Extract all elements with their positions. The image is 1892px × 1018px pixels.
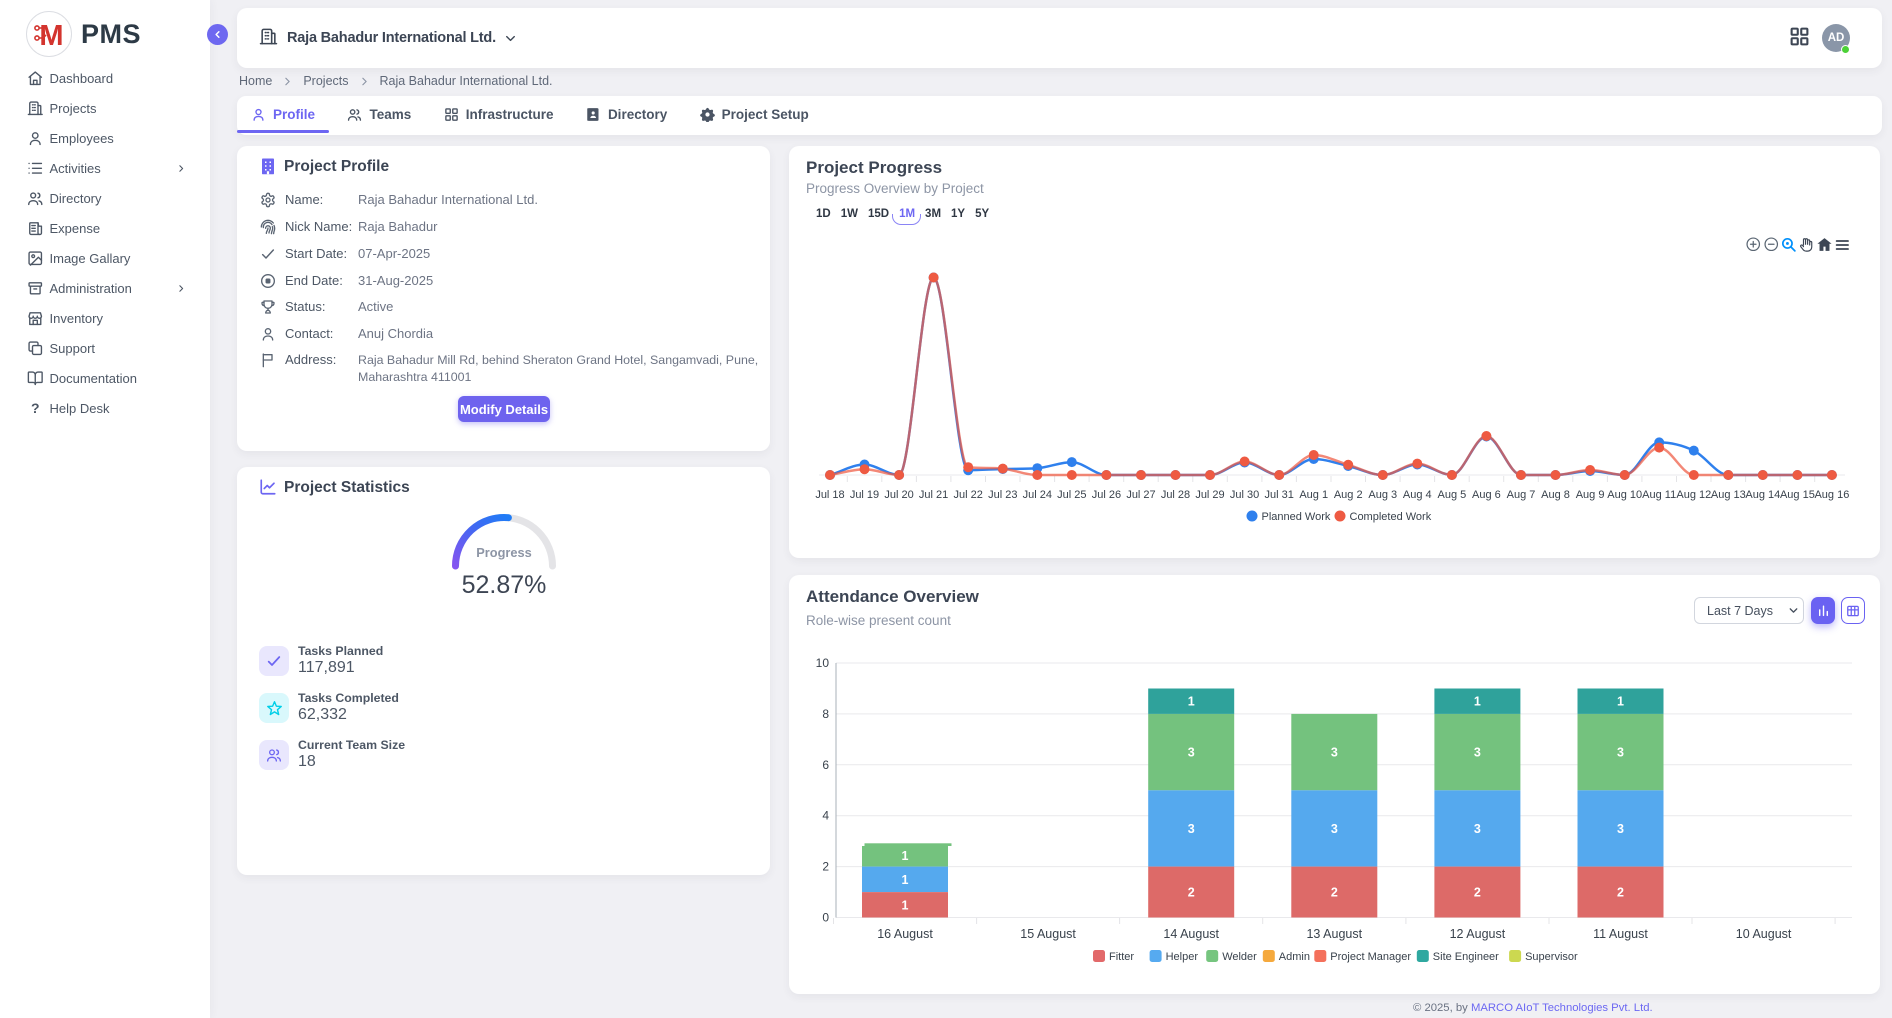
svg-text:4: 4 — [822, 809, 829, 823]
svg-text:Jul 29: Jul 29 — [1195, 489, 1224, 501]
svg-text:1: 1 — [1474, 695, 1481, 709]
svg-text:Aug 5: Aug 5 — [1438, 489, 1467, 501]
svg-text:Aug 14: Aug 14 — [1745, 489, 1780, 501]
svg-text:Aug 2: Aug 2 — [1334, 489, 1363, 501]
svg-text:3: 3 — [1617, 746, 1624, 760]
svg-text:Jul 18: Jul 18 — [815, 489, 844, 501]
svg-text:Aug 11: Aug 11 — [1642, 489, 1676, 501]
svg-text:Jul 19: Jul 19 — [850, 489, 879, 501]
svg-text:15 August: 15 August — [1020, 927, 1076, 941]
svg-text:3: 3 — [1474, 822, 1481, 836]
svg-text:1: 1 — [1188, 695, 1195, 709]
svg-text:2: 2 — [1188, 886, 1195, 900]
svg-text:Jul 30: Jul 30 — [1230, 489, 1259, 501]
svg-text:3: 3 — [1188, 746, 1195, 760]
svg-text:1: 1 — [902, 898, 909, 912]
svg-text:2: 2 — [1331, 886, 1338, 900]
svg-text:13 August: 13 August — [1306, 927, 1362, 941]
svg-text:3: 3 — [1474, 746, 1481, 760]
svg-text:1: 1 — [902, 873, 909, 887]
svg-text:2: 2 — [1474, 886, 1481, 900]
svg-text:Admin: Admin — [1279, 951, 1310, 963]
svg-text:Aug 12: Aug 12 — [1676, 489, 1711, 501]
svg-text:Aug 10: Aug 10 — [1607, 489, 1642, 501]
svg-text:Jul 22: Jul 22 — [954, 489, 983, 501]
svg-text:0: 0 — [822, 911, 829, 925]
svg-text:6: 6 — [822, 758, 829, 772]
svg-text:Aug 16: Aug 16 — [1814, 489, 1849, 501]
svg-text:2: 2 — [1617, 886, 1624, 900]
svg-text:Aug 15: Aug 15 — [1780, 489, 1815, 501]
svg-text:11 August: 11 August — [1593, 927, 1648, 941]
svg-text:1: 1 — [1617, 695, 1624, 709]
svg-text:Supervisor: Supervisor — [1525, 951, 1578, 963]
svg-text:3: 3 — [1188, 822, 1195, 836]
svg-text:Jul 27: Jul 27 — [1126, 489, 1155, 501]
svg-text:10: 10 — [816, 656, 830, 670]
svg-text:Aug 8: Aug 8 — [1541, 489, 1570, 501]
svg-text:Site Engineer: Site Engineer — [1433, 951, 1499, 963]
svg-text:3: 3 — [1331, 746, 1338, 760]
svg-text:14 August: 14 August — [1163, 927, 1219, 941]
svg-text:Aug 1: Aug 1 — [1299, 489, 1328, 501]
svg-text:Aug 13: Aug 13 — [1711, 489, 1746, 501]
svg-text:M: M — [39, 20, 63, 51]
svg-text:Welder: Welder — [1222, 951, 1257, 963]
svg-text:3: 3 — [1331, 822, 1338, 836]
svg-text:Jul 28: Jul 28 — [1161, 489, 1190, 501]
svg-text:Jul 21: Jul 21 — [919, 489, 948, 501]
svg-text:1: 1 — [902, 849, 909, 863]
svg-text:Aug 3: Aug 3 — [1368, 489, 1397, 501]
svg-text:Fitter: Fitter — [1109, 951, 1134, 963]
svg-text:Aug 6: Aug 6 — [1472, 489, 1501, 501]
svg-text:16 August: 16 August — [877, 927, 933, 941]
svg-text:Jul 26: Jul 26 — [1092, 489, 1121, 501]
svg-text:Helper: Helper — [1166, 951, 1199, 963]
svg-text:Jul 23: Jul 23 — [988, 489, 1017, 501]
svg-text:Aug 4: Aug 4 — [1403, 489, 1432, 501]
svg-text:Aug 9: Aug 9 — [1576, 489, 1605, 501]
svg-text:10 August: 10 August — [1736, 927, 1792, 941]
svg-text:Aug 7: Aug 7 — [1507, 489, 1536, 501]
svg-text:Completed Work: Completed Work — [1350, 511, 1432, 523]
svg-text:Jul 31: Jul 31 — [1265, 489, 1294, 501]
svg-text:2: 2 — [822, 860, 829, 874]
svg-text:Jul 24: Jul 24 — [1023, 489, 1052, 501]
svg-text:Jul 20: Jul 20 — [884, 489, 913, 501]
svg-text:Jul 25: Jul 25 — [1057, 489, 1086, 501]
svg-text:Planned Work: Planned Work — [1262, 511, 1331, 523]
svg-text:12 August: 12 August — [1450, 927, 1506, 941]
svg-text:3: 3 — [1617, 822, 1624, 836]
svg-text:Project Manager: Project Manager — [1330, 951, 1411, 963]
svg-text:8: 8 — [822, 707, 829, 721]
